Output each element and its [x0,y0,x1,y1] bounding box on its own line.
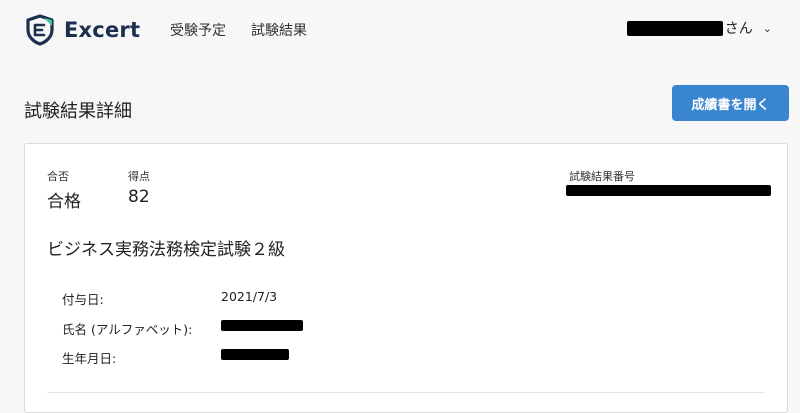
birth-date-redacted [221,349,289,360]
name-alphabet-redacted [221,320,303,331]
name-alphabet-label: 氏名 (アルファベット): [62,322,193,337]
issue-date-label: 付与日: [62,292,104,307]
result-number-redacted [566,185,771,196]
pass-fail-value: 合格 [47,192,81,212]
result-card: 合否 合格 得点 82 試験結果番号 ビジネス実務法務検定試験２級 付与日: 2… [24,143,788,413]
open-certificate-button[interactable]: 成績書を開く [672,85,789,121]
exam-name: ビジネス実務法務検定試験２級 [47,240,285,260]
shield-logo-icon [24,14,56,46]
app-header: Excert 受験予定 試験結果 さん ⌄ [0,0,800,60]
user-honorific: さん [724,21,753,37]
issue-date-value: 2021/7/3 [221,289,278,304]
user-name-redacted [626,20,723,36]
pass-fail-label: 合否 [47,170,69,183]
nav-scheduled-exams[interactable]: 受験予定 [170,20,226,40]
chevron-down-icon: ⌄ [762,21,772,35]
nav-exam-results[interactable]: 試験結果 [251,20,307,40]
score-label: 得点 [128,170,150,183]
page-title: 試験結果詳細 [24,101,132,122]
result-number-label: 試験結果番号 [569,170,635,183]
brand-logo[interactable]: Excert [24,14,140,46]
birth-date-label: 生年月日: [62,351,117,366]
section-divider [47,392,765,393]
score-value: 82 [128,187,150,207]
brand-name: Excert [64,18,141,42]
user-menu[interactable]: さん ⌄ [626,18,772,38]
